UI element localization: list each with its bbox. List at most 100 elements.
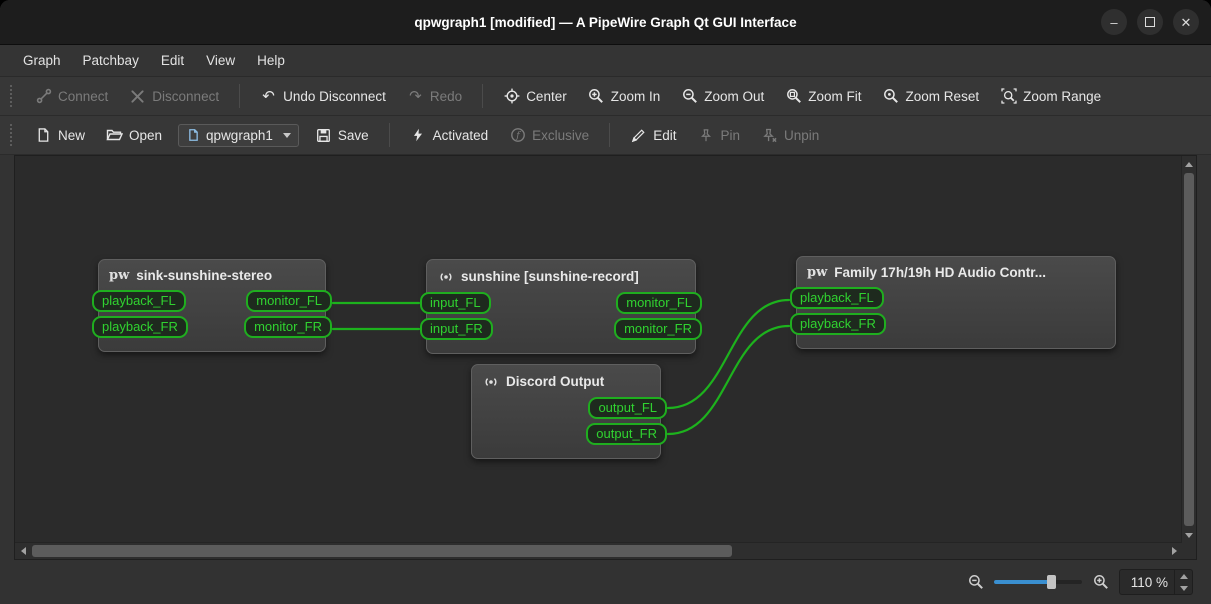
scroll-down-button[interactable]	[1182, 529, 1196, 541]
zoom-reset-button[interactable]: Zoom Reset	[874, 83, 989, 110]
port-monitor-fr[interactable]: monitor_FR	[244, 316, 332, 338]
zoom-in-button[interactable]: Zoom In	[579, 83, 670, 110]
zoom-range-icon	[1000, 88, 1017, 105]
save-button[interactable]: Save	[306, 122, 378, 149]
center-icon	[503, 88, 520, 105]
port-playback-fl[interactable]: playback_FL	[790, 287, 884, 309]
menu-patchbay[interactable]: Patchbay	[72, 45, 150, 76]
zoom-slider-handle[interactable]	[1047, 575, 1056, 589]
toolbar-separator	[388, 123, 390, 147]
zoom-range-button[interactable]: Zoom Range	[991, 83, 1110, 110]
zoom-out-mini-icon[interactable]	[967, 574, 984, 591]
new-button[interactable]: New	[26, 122, 94, 149]
toolbar-separator	[239, 84, 241, 108]
zoom-reset-label: Zoom Reset	[905, 88, 980, 104]
close-button[interactable]: ✕	[1173, 9, 1199, 35]
node-sink-sunshine-stereo[interactable]: pw sink-sunshine-stereo playback_FL moni…	[92, 259, 332, 352]
horizontal-scroll-handle[interactable]	[32, 545, 732, 557]
port-input-fr[interactable]: input_FR	[420, 318, 493, 340]
port-monitor-fr[interactable]: monitor_FR	[614, 318, 702, 340]
pin-button[interactable]: Pin	[688, 122, 749, 149]
patchbay-profile-combo[interactable]: qpwgraph1	[178, 123, 299, 147]
edit-pencil-icon	[630, 127, 647, 144]
patchbay-file-icon	[186, 128, 200, 142]
zoom-out-button[interactable]: Zoom Out	[672, 83, 773, 110]
edit-label: Edit	[653, 127, 677, 143]
port-input-fl[interactable]: input_FL	[420, 292, 491, 314]
port-playback-fr[interactable]: playback_FR	[92, 316, 188, 338]
port-monitor-fl[interactable]: monitor_FL	[246, 290, 332, 312]
zoom-slider[interactable]	[994, 573, 1082, 591]
scroll-up-button[interactable]	[1182, 158, 1196, 170]
horizontal-scrollbar[interactable]	[15, 542, 1182, 559]
disconnect-button[interactable]: Disconnect	[120, 83, 228, 110]
minimize-icon: –	[1110, 14, 1118, 30]
connect-label: Connect	[58, 88, 109, 104]
node-discord-output[interactable]: Discord Output output_FL output_FR	[471, 364, 667, 459]
zoom-controls: 110 %	[967, 569, 1193, 595]
port-playback-fl[interactable]: playback_FL	[92, 290, 186, 312]
undo-icon: ↶	[262, 87, 275, 105]
zoom-value[interactable]: 110 %	[1120, 570, 1174, 594]
titlebar[interactable]: qpwgraph1 [modified] — A PipeWire Graph …	[0, 0, 1211, 45]
zoom-out-icon	[681, 88, 698, 105]
toolbar-grip[interactable]	[10, 85, 15, 107]
new-file-icon	[35, 127, 52, 144]
vertical-scroll-handle[interactable]	[1184, 173, 1194, 526]
disconnect-label: Disconnect	[152, 88, 220, 104]
port-monitor-fl[interactable]: monitor_FL	[616, 292, 702, 314]
connect-icon	[35, 88, 52, 105]
zoom-spin-up-button[interactable]	[1175, 570, 1192, 582]
vertical-scrollbar[interactable]	[1181, 156, 1196, 543]
zoom-fit-button[interactable]: Zoom Fit	[776, 83, 870, 110]
scroll-right-button[interactable]	[1168, 543, 1180, 559]
zoom-reset-icon	[883, 88, 900, 105]
unpin-icon	[761, 127, 778, 144]
graph-canvas[interactable]: pw sink-sunshine-stereo playback_FL moni…	[15, 156, 1182, 543]
center-button[interactable]: Center	[494, 83, 576, 110]
pipewire-icon: pw	[807, 265, 828, 280]
unpin-button[interactable]: Unpin	[752, 122, 828, 149]
unpin-label: Unpin	[783, 127, 820, 143]
node-sunshine-record[interactable]: sunshine [sunshine-record] input_FL moni…	[420, 259, 702, 354]
menu-help[interactable]: Help	[246, 45, 296, 76]
zoom-out-label: Zoom Out	[704, 88, 765, 104]
node-family-hd-audio[interactable]: pw Family 17h/19h HD Audio Contr... play…	[790, 256, 1116, 349]
redo-button[interactable]: ↷ Redo	[398, 83, 471, 110]
open-button[interactable]: Open	[97, 122, 171, 149]
svg-text:f: f	[515, 130, 521, 141]
port-output-fr[interactable]: output_FR	[586, 423, 667, 445]
menu-graph[interactable]: Graph	[12, 45, 72, 76]
menu-edit[interactable]: Edit	[150, 45, 195, 76]
activated-button[interactable]: Activated	[401, 122, 498, 149]
pipewire-icon: pw	[109, 268, 130, 283]
activated-bolt-icon	[410, 127, 427, 144]
connect-button[interactable]: Connect	[26, 83, 117, 110]
activated-label: Activated	[432, 127, 489, 143]
node-title: sunshine [sunshine-record]	[461, 269, 639, 284]
graph-toolbar: Connect Disconnect ↶ Undo Disconnect ↷ R…	[0, 77, 1211, 116]
zoom-in-mini-icon[interactable]	[1092, 574, 1109, 591]
port-output-fl[interactable]: output_FL	[588, 397, 667, 419]
undo-disconnect-button[interactable]: ↶ Undo Disconnect	[251, 83, 395, 110]
redo-label: Redo	[429, 88, 463, 104]
minimize-button[interactable]: –	[1101, 9, 1127, 35]
open-label: Open	[129, 127, 163, 143]
scroll-left-button[interactable]	[17, 543, 29, 559]
exclusive-button[interactable]: f Exclusive	[500, 122, 598, 149]
arrow-down-icon	[1185, 532, 1193, 538]
zoom-spinbox[interactable]: 110 %	[1119, 569, 1193, 595]
menubar: Graph Patchbay Edit View Help	[0, 45, 1211, 77]
edit-button[interactable]: Edit	[621, 122, 685, 149]
port-playback-fr[interactable]: playback_FR	[790, 313, 886, 335]
zoom-spin-down-button[interactable]	[1175, 582, 1192, 594]
close-icon: ✕	[1180, 14, 1192, 30]
arrow-down-icon	[1179, 585, 1188, 591]
record-icon	[437, 268, 454, 285]
node-title: Discord Output	[506, 374, 605, 389]
zoom-slider-fill	[994, 580, 1050, 584]
toolbar-grip[interactable]	[10, 124, 15, 146]
toolbar-separator	[482, 84, 484, 108]
maximize-button[interactable]	[1137, 9, 1163, 35]
menu-view[interactable]: View	[195, 45, 246, 76]
